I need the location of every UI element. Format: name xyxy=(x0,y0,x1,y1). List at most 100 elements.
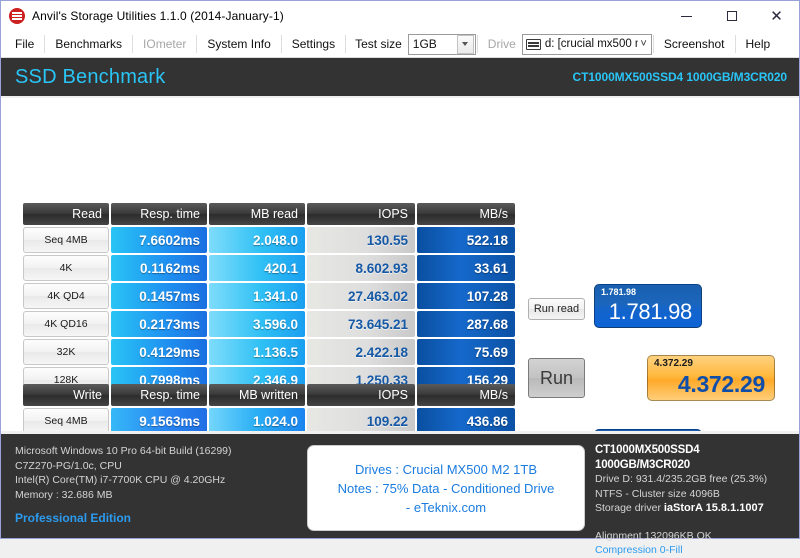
table-row: 4K 0.1162ms 420.1 8.602.93 33.61 xyxy=(23,255,515,281)
menu-item-help[interactable]: Help xyxy=(737,34,780,55)
table-row: 4K QD4 0.1457ms 1.341.0 27.463.02 107.28 xyxy=(23,283,515,309)
menu-item-iometer: IOmeter xyxy=(134,34,195,55)
window-controls: ✕ xyxy=(664,1,799,31)
alignment-status: Alignment 132096KB OK xyxy=(595,529,795,544)
column-header-iops: IOPS xyxy=(307,203,415,225)
cell-mb-read: 1.136.5 xyxy=(209,339,305,365)
drive-dropdown[interactable]: d: [crucial mx500 m2] ˅ xyxy=(522,34,652,55)
column-header-iops: IOPS xyxy=(307,384,415,406)
read-benchmark-table: Read Resp. time MB read IOPS MB/s Seq 4M… xyxy=(21,201,517,395)
cell-resp-time: 0.1457ms xyxy=(111,283,207,309)
test-size-label: Test size xyxy=(347,37,408,51)
test-size-value: 1GB xyxy=(409,37,457,51)
test-size-dropdown[interactable]: 1GB xyxy=(408,34,476,55)
notes-notes-line: Notes : 75% Data - Conditioned Drive xyxy=(338,479,555,498)
menu-divider xyxy=(345,35,346,53)
column-header-mb-read: MB read xyxy=(209,203,305,225)
drive-capacity: Drive D: 931.4/235.2GB free (25.3%) xyxy=(595,472,795,487)
cell-mbs: 33.61 xyxy=(417,255,515,281)
app-icon xyxy=(9,8,25,24)
cell-iops: 27.463.02 xyxy=(307,283,415,309)
title-bar: Anvil's Storage Utilities 1.1.0 (2014-Ja… xyxy=(1,1,799,31)
drive-icon xyxy=(526,39,541,50)
cell-resp-time: 0.1162ms xyxy=(111,255,207,281)
row-label[interactable]: 32K xyxy=(23,339,109,365)
table-header-row: Read Resp. time MB read IOPS MB/s xyxy=(23,203,515,225)
row-label[interactable]: 4K QD16 xyxy=(23,311,109,337)
storage-driver-label: Storage driver xyxy=(595,502,661,514)
system-cpu: Intel(R) Core(TM) i7-7700K CPU @ 4.20GHz xyxy=(15,473,291,488)
menu-divider xyxy=(653,35,654,53)
menu-item-benchmarks[interactable]: Benchmarks xyxy=(46,34,131,55)
notes-drives-line: Drives : Crucial MX500 M2 1TB xyxy=(355,460,537,479)
cell-resp-time: 7.6602ms xyxy=(111,227,207,253)
cell-resp-time: 0.2173ms xyxy=(111,311,207,337)
table-row: 4K QD16 0.2173ms 3.596.0 73.645.21 287.6… xyxy=(23,311,515,337)
row-label[interactable]: 4K xyxy=(23,255,109,281)
column-header-read: Read xyxy=(23,203,109,225)
system-board: C7Z270-PG/1.0c, CPU xyxy=(15,459,291,474)
cell-mb-read: 1.341.0 xyxy=(209,283,305,309)
menu-item-system-info[interactable]: System Info xyxy=(198,34,279,55)
menu-divider xyxy=(44,35,45,53)
cell-mb-read: 420.1 xyxy=(209,255,305,281)
app-window: Anvil's Storage Utilities 1.1.0 (2014-Ja… xyxy=(0,0,800,539)
run-read-button[interactable]: Run read xyxy=(528,298,585,320)
drive-filesystem: NTFS - Cluster size 4096B xyxy=(595,487,795,502)
cell-resp-time: 0.4129ms xyxy=(111,339,207,365)
maximize-button[interactable] xyxy=(709,1,754,31)
cell-iops: 8.602.93 xyxy=(307,255,415,281)
menu-divider xyxy=(132,35,133,53)
run-button[interactable]: Run xyxy=(528,358,585,398)
edition-label: Professional Edition xyxy=(15,511,291,526)
row-label[interactable]: Seq 4MB xyxy=(23,227,109,253)
column-header-mbs: MB/s xyxy=(417,384,515,406)
storage-driver-row: Storage driver iaStorA 15.8.1.1007 xyxy=(595,501,795,516)
menu-item-settings[interactable]: Settings xyxy=(283,34,344,55)
menu-divider xyxy=(281,35,282,53)
cell-iops: 2.422.18 xyxy=(307,339,415,365)
window-title: Anvil's Storage Utilities 1.1.0 (2014-Ja… xyxy=(32,9,284,23)
minimize-icon xyxy=(681,16,692,17)
table-row: Seq 4MB 7.6602ms 2.048.0 130.55 522.18 xyxy=(23,227,515,253)
close-icon: ✕ xyxy=(770,9,783,24)
notes-source-line: - eTeknix.com xyxy=(406,498,486,517)
footer-bar: Microsoft Windows 10 Pro 64-bit Build (1… xyxy=(1,431,799,538)
total-score-small-label: 4.372.29 xyxy=(654,358,693,369)
drive-value: d: [crucial mx500 m2] xyxy=(545,38,639,50)
test-size-dropdown-arrow[interactable] xyxy=(457,35,474,54)
system-os: Microsoft Windows 10 Pro 64-bit Build (1… xyxy=(15,444,291,459)
menu-bar: File Benchmarks IOmeter System Info Sett… xyxy=(1,31,799,58)
total-score-panel: 4.372.29 4.372.29 xyxy=(647,355,775,401)
chevron-down-icon xyxy=(462,42,468,46)
table-header-row: Write Resp. time MB written IOPS MB/s xyxy=(23,384,515,406)
minimize-button[interactable] xyxy=(664,1,709,31)
page-title: SSD Benchmark xyxy=(15,66,165,89)
column-header-resp-time: Resp. time xyxy=(111,203,207,225)
close-button[interactable]: ✕ xyxy=(754,1,799,31)
menu-item-screenshot[interactable]: Screenshot xyxy=(655,34,734,55)
menu-divider xyxy=(735,35,736,53)
cell-mbs: 107.28 xyxy=(417,283,515,309)
total-score-value: 4.372.29 xyxy=(678,371,765,398)
column-header-mb-written: MB written xyxy=(209,384,305,406)
drive-model: CT1000MX500SSD4 1000GB/M3CR020 xyxy=(595,443,795,472)
cell-iops: 130.55 xyxy=(307,227,415,253)
compression-mode: Compression 0-Fill xyxy=(595,543,795,558)
cell-mbs: 522.18 xyxy=(417,227,515,253)
chevron-down-icon: ˅ xyxy=(640,38,646,50)
column-header-write: Write xyxy=(23,384,109,406)
read-score-panel: 1.781.98 1.781.98 xyxy=(594,284,702,328)
drive-info-panel: CT1000MX500SSD4 1000GB/M3CR020 Drive D: … xyxy=(595,443,795,558)
system-info-panel: Microsoft Windows 10 Pro 64-bit Build (1… xyxy=(1,434,291,538)
cell-mbs: 75.69 xyxy=(417,339,515,365)
section-header: SSD Benchmark CT1000MX500SSD4 1000GB/M3C… xyxy=(1,58,799,98)
row-label[interactable]: 4K QD4 xyxy=(23,283,109,309)
main-content: Read Resp. time MB read IOPS MB/s Seq 4M… xyxy=(1,98,799,431)
menu-item-file[interactable]: File xyxy=(6,34,43,55)
column-header-resp-time: Resp. time xyxy=(111,384,207,406)
system-memory: Memory : 32.686 MB xyxy=(15,488,291,503)
maximize-icon xyxy=(727,11,737,21)
column-header-mbs: MB/s xyxy=(417,203,515,225)
table-row: 32K 0.4129ms 1.136.5 2.422.18 75.69 xyxy=(23,339,515,365)
